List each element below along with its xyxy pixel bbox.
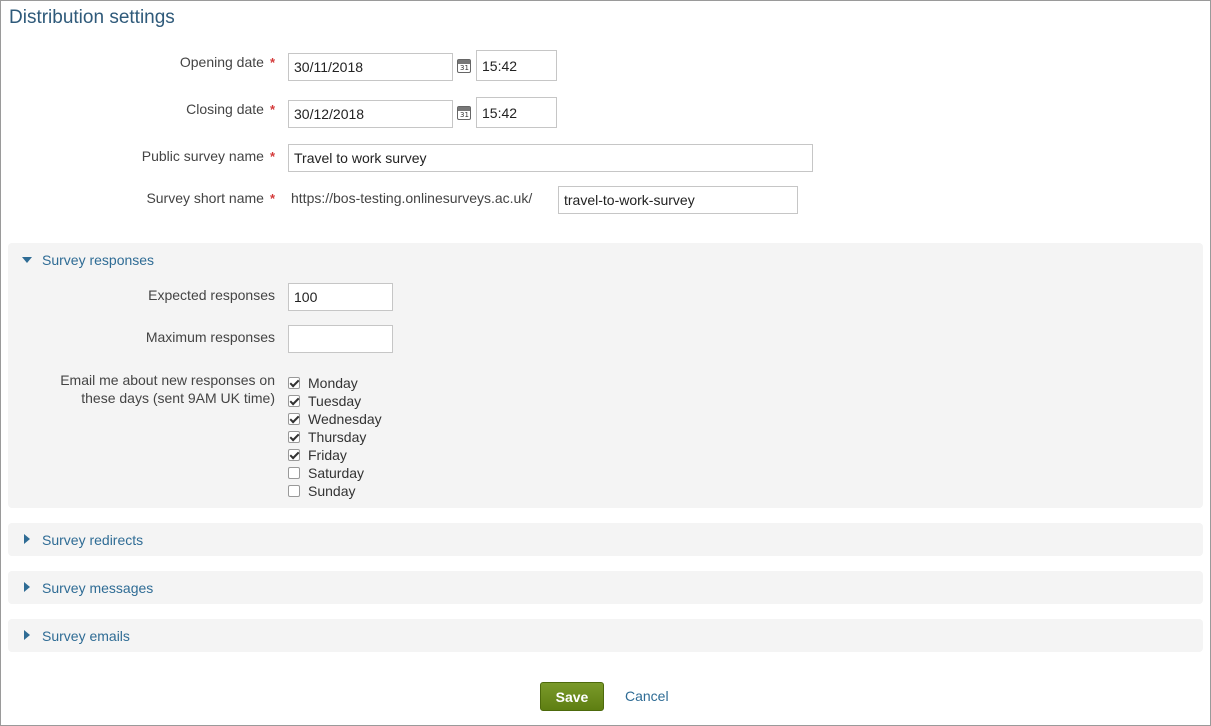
short-name-label: Survey short name * <box>146 190 275 206</box>
required-marker: * <box>269 55 275 70</box>
caret-down-icon <box>22 257 32 263</box>
expected-responses-label: Expected responses <box>148 287 275 303</box>
public-name-input[interactable] <box>288 144 813 172</box>
opening-date-input[interactable] <box>288 53 453 81</box>
day-label: Sunday <box>308 483 356 499</box>
email-days-label: Email me about new responses on these da… <box>60 372 275 406</box>
day-label: Wednesday <box>308 411 382 427</box>
email-day-option[interactable]: Friday <box>288 446 382 464</box>
public-name-label: Public survey name * <box>141 148 275 164</box>
day-label: Friday <box>308 447 347 463</box>
panel-title: Survey emails <box>42 628 130 644</box>
calendar-icon[interactable]: 31 <box>457 106 471 120</box>
day-label: Thursday <box>308 429 367 445</box>
email-day-option[interactable]: Monday <box>288 374 382 392</box>
day-label: Monday <box>308 375 358 391</box>
email-days-list: Monday Tuesday Wednesday Thursday Friday Satu… <box>288 374 382 500</box>
caret-right-icon <box>24 582 30 592</box>
survey-emails-panel[interactable]: Survey emails <box>8 619 1203 652</box>
email-day-option[interactable]: Wednesday <box>288 410 382 428</box>
day-checkbox[interactable] <box>288 485 300 497</box>
closing-time-input[interactable] <box>476 97 557 128</box>
required-marker: * <box>269 102 275 117</box>
maximum-responses-input[interactable] <box>288 325 393 353</box>
required-marker: * <box>269 191 275 206</box>
survey-messages-panel[interactable]: Survey messages <box>8 571 1203 604</box>
page-title: Distribution settings <box>9 7 175 28</box>
day-checkbox[interactable] <box>288 413 300 425</box>
panel-title: Survey redirects <box>42 532 144 548</box>
day-checkbox[interactable] <box>288 431 300 443</box>
maximum-responses-label: Maximum responses <box>145 329 275 345</box>
panel-title: Survey responses <box>42 252 155 268</box>
expected-responses-input[interactable] <box>288 283 393 311</box>
closing-date-input[interactable] <box>288 100 453 128</box>
survey-responses-toggle[interactable]: Survey responses <box>8 243 1203 275</box>
email-day-option[interactable]: Tuesday <box>288 392 382 410</box>
email-day-option[interactable]: Saturday <box>288 464 382 482</box>
caret-right-icon <box>24 534 30 544</box>
calendar-icon[interactable]: 31 <box>457 59 471 73</box>
day-checkbox[interactable] <box>288 395 300 407</box>
day-label: Saturday <box>308 465 365 481</box>
opening-date-label: Opening date * <box>179 54 275 70</box>
day-checkbox[interactable] <box>288 449 300 461</box>
day-label: Tuesday <box>308 393 362 409</box>
survey-redirects-panel[interactable]: Survey redirects <box>8 523 1203 556</box>
day-checkbox[interactable] <box>288 377 300 389</box>
email-day-option[interactable]: Sunday <box>288 482 382 500</box>
day-checkbox[interactable] <box>288 467 300 479</box>
required-marker: * <box>269 149 275 164</box>
opening-time-input[interactable] <box>476 50 557 81</box>
caret-right-icon <box>24 630 30 640</box>
save-button[interactable]: Save <box>540 682 604 711</box>
panel-title: Survey messages <box>42 580 154 596</box>
email-day-option[interactable]: Thursday <box>288 428 382 446</box>
closing-date-label: Closing date * <box>186 101 275 117</box>
cancel-link[interactable]: Cancel <box>625 688 669 704</box>
short-name-url-prefix: https://bos-testing.onlinesurveys.ac.uk/ <box>291 190 533 206</box>
short-name-input[interactable] <box>558 186 798 214</box>
